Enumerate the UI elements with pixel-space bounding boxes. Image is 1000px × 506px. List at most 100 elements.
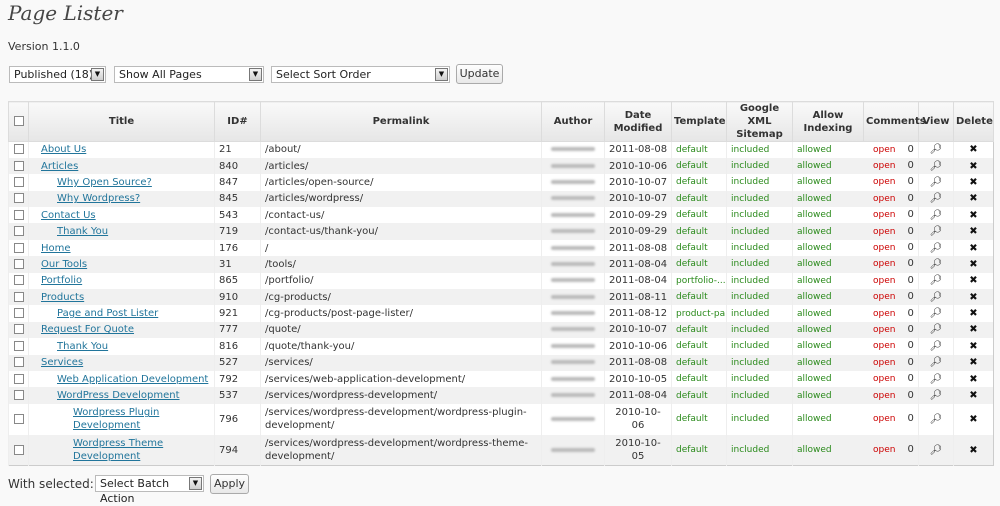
column-title[interactable]: Title — [28, 101, 215, 142]
x-icon[interactable]: ✖ — [969, 292, 977, 303]
page-title-link[interactable]: Our Tools — [41, 259, 87, 270]
x-icon[interactable]: ✖ — [969, 243, 977, 254]
magnifier-icon[interactable]: 🔎︎ — [930, 210, 943, 221]
comments-cell: open 0 — [864, 371, 919, 387]
magnifier-icon[interactable]: 🔎︎ — [930, 357, 943, 368]
page-title-link[interactable]: Contact Us — [41, 210, 96, 221]
select-all-header[interactable] — [8, 101, 29, 142]
row-checkbox[interactable] — [13, 193, 24, 204]
x-icon[interactable]: ✖ — [969, 324, 977, 335]
comment-count: 0 — [907, 258, 914, 270]
magnifier-icon[interactable]: 🔎︎ — [930, 243, 943, 254]
column-permalink[interactable]: Permalink — [260, 101, 542, 142]
column-date-modified[interactable]: Date Modified — [604, 101, 672, 142]
magnifier-icon[interactable]: 🔎︎ — [930, 374, 943, 385]
x-icon[interactable]: ✖ — [969, 445, 977, 456]
page-title-link[interactable]: Articles — [41, 161, 78, 172]
magnifier-icon[interactable]: 🔎︎ — [930, 324, 943, 335]
page-title-link[interactable]: Services — [41, 357, 83, 368]
row-checkbox[interactable] — [13, 308, 24, 319]
apply-button[interactable]: Apply — [210, 474, 249, 494]
column-indexing[interactable]: Allow Indexing — [792, 101, 864, 142]
x-icon[interactable]: ✖ — [969, 210, 977, 221]
update-button[interactable]: Update — [456, 64, 503, 84]
row-checkbox[interactable] — [13, 160, 24, 171]
page-title-link[interactable]: About Us — [41, 144, 86, 155]
page-title-link[interactable]: Portfolio — [41, 275, 82, 286]
page-title-link[interactable]: Why Wordpress? — [57, 193, 140, 204]
row-checkbox[interactable] — [13, 258, 24, 269]
magnifier-icon[interactable]: 🔎︎ — [930, 390, 943, 401]
row-checkbox[interactable] — [13, 413, 24, 424]
x-icon[interactable]: ✖ — [969, 308, 977, 319]
magnifier-icon[interactable]: 🔎︎ — [930, 275, 943, 286]
magnifier-icon[interactable]: 🔎︎ — [930, 308, 943, 319]
x-icon[interactable]: ✖ — [969, 144, 977, 155]
author-cell — [541, 338, 605, 355]
chevron-down-icon[interactable]: ▼ — [189, 477, 202, 490]
x-icon[interactable]: ✖ — [969, 357, 977, 368]
magnifier-icon[interactable]: 🔎︎ — [930, 259, 943, 270]
row-checkbox[interactable] — [13, 444, 24, 455]
select-all-checkbox[interactable] — [13, 116, 24, 126]
pages-filter-select[interactable]: Show All Pages ▼ — [114, 66, 264, 83]
row-checkbox[interactable] — [13, 209, 24, 220]
magnifier-icon[interactable]: 🔎︎ — [930, 292, 943, 303]
x-icon[interactable]: ✖ — [969, 341, 977, 352]
row-checkbox[interactable] — [13, 340, 24, 351]
row-checkbox[interactable] — [13, 275, 24, 286]
x-icon[interactable]: ✖ — [969, 414, 977, 425]
row-checkbox[interactable] — [13, 373, 24, 384]
page-title-link[interactable]: Thank You — [57, 226, 108, 237]
magnifier-icon[interactable]: 🔎︎ — [930, 161, 943, 172]
page-title-link[interactable]: Web Application Development — [57, 374, 208, 385]
page-title-link[interactable]: Why Open Source? — [57, 177, 152, 188]
chevron-down-icon[interactable]: ▼ — [249, 68, 262, 81]
chevron-down-icon[interactable]: ▼ — [91, 68, 104, 81]
comment-count: 0 — [907, 192, 914, 204]
magnifier-icon[interactable]: 🔎︎ — [930, 193, 943, 204]
x-icon[interactable]: ✖ — [969, 226, 977, 237]
x-icon[interactable]: ✖ — [969, 390, 977, 401]
magnifier-icon[interactable]: 🔎︎ — [930, 144, 943, 155]
page-title-link[interactable]: Products — [41, 292, 84, 303]
chevron-down-icon[interactable]: ▼ — [435, 68, 448, 81]
x-icon[interactable]: ✖ — [969, 374, 977, 385]
row-checkbox[interactable] — [13, 226, 24, 237]
page-title-link[interactable]: Home — [41, 243, 71, 254]
x-icon[interactable]: ✖ — [969, 161, 977, 172]
row-checkbox[interactable] — [13, 291, 24, 302]
page-title-link[interactable]: WordPress Development — [57, 390, 180, 401]
magnifier-icon[interactable]: 🔎︎ — [930, 177, 943, 188]
row-checkbox[interactable] — [13, 357, 24, 368]
delete-cell: ✖ — [953, 434, 994, 466]
column-id[interactable]: ID# — [214, 101, 261, 142]
sitemap-value: included — [731, 341, 770, 352]
x-icon[interactable]: ✖ — [969, 177, 977, 188]
status-filter-select[interactable]: Published (18) ▼ — [9, 66, 106, 83]
sort-order-select[interactable]: Select Sort Order ▼ — [271, 66, 450, 83]
x-icon[interactable]: ✖ — [969, 275, 977, 286]
row-checkbox[interactable] — [13, 176, 24, 187]
row-checkbox[interactable] — [13, 324, 24, 335]
column-comments[interactable]: Comments — [863, 101, 926, 142]
row-checkbox[interactable] — [13, 390, 24, 401]
batch-action-select[interactable]: Select Batch Action ▼ — [95, 475, 204, 505]
page-title-link[interactable]: Wordpress Plugin Development — [73, 407, 159, 431]
page-title-link[interactable]: Page and Post Lister — [57, 308, 158, 319]
column-sitemap[interactable]: Google XML Sitemap — [726, 101, 793, 142]
magnifier-icon[interactable]: 🔎︎ — [930, 445, 943, 456]
x-icon[interactable]: ✖ — [969, 193, 977, 204]
table-row: Home 176/ 2011-08-08 default included allowed… — [8, 239, 994, 257]
magnifier-icon[interactable]: 🔎︎ — [930, 226, 943, 237]
page-title-link[interactable]: Request For Quote — [41, 324, 134, 335]
page-title-link[interactable]: Wordpress Theme Development — [73, 438, 163, 462]
magnifier-icon[interactable]: 🔎︎ — [930, 414, 943, 425]
magnifier-icon[interactable]: 🔎︎ — [930, 341, 943, 352]
column-template[interactable]: Template — [671, 101, 727, 142]
row-checkbox[interactable] — [13, 144, 24, 155]
x-icon[interactable]: ✖ — [969, 259, 977, 270]
column-author[interactable]: Author — [541, 101, 605, 142]
page-title-link[interactable]: Thank You — [57, 341, 108, 352]
row-checkbox[interactable] — [13, 242, 24, 253]
